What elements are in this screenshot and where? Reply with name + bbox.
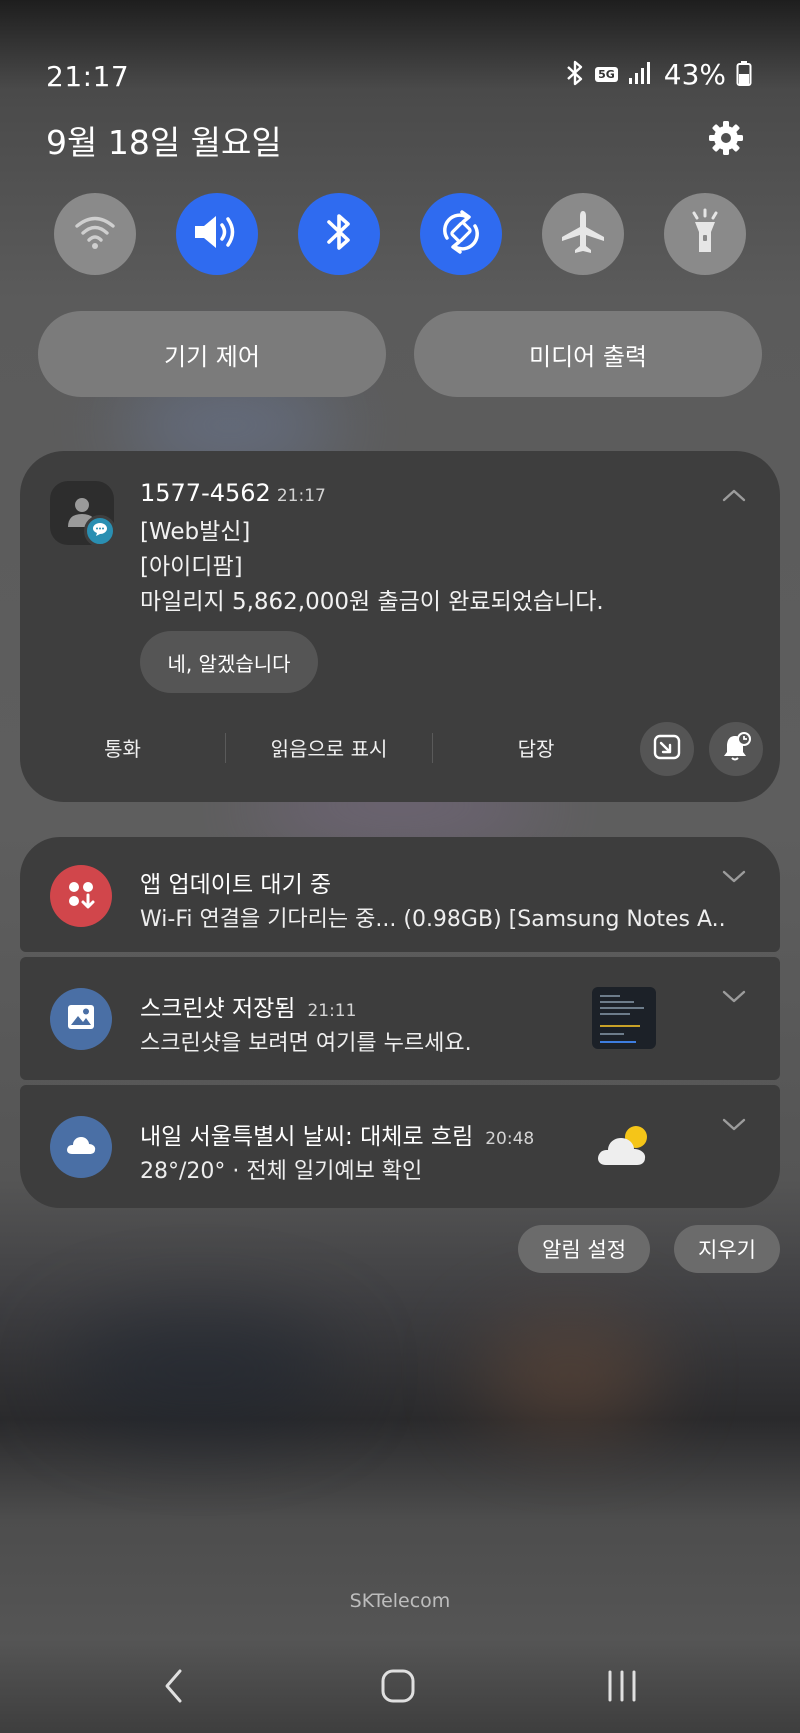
popup-view-icon [652, 732, 682, 766]
partly-cloudy-icon [594, 1123, 656, 1173]
snooze-button[interactable] [709, 722, 763, 776]
chevron-down-icon[interactable] [722, 1117, 746, 1136]
home-icon [380, 1668, 416, 1708]
cloud-icon [64, 1133, 98, 1161]
gear-icon [707, 119, 745, 161]
media-output-button[interactable]: 미디어 출력 [414, 311, 762, 397]
thumbnail-line [600, 1001, 634, 1003]
screenshot-notification[interactable]: 스크린샷 저장됨 21:11 스크린샷을 보려면 여기를 누르세요. [20, 957, 780, 1080]
settings-button[interactable] [702, 116, 750, 164]
chevron-down-icon[interactable] [722, 989, 746, 1008]
message-body: [Web발신] [아이디팜] 마일리지 5,862,000원 출금이 완료되었습… [140, 515, 604, 620]
galaxy-store-app-icon [50, 865, 112, 927]
thumbnail-line [600, 1041, 636, 1043]
sound-toggle[interactable] [176, 193, 258, 275]
thumbnail-line [600, 1007, 644, 1009]
back-button[interactable] [144, 1666, 204, 1710]
status-clock: 21:17 [46, 60, 130, 93]
message-line: [Web발신] [140, 519, 251, 545]
panel-buttons: 기기 제어 미디어 출력 [38, 311, 762, 397]
status-bar: 21:17 5G 43% [0, 52, 800, 102]
network-type-badge: 5G [595, 67, 618, 82]
carrier-label: SKTelecom [349, 1590, 451, 1612]
recents-button[interactable] [592, 1666, 652, 1710]
call-action[interactable]: 통화 [20, 717, 225, 777]
image-icon [66, 1003, 96, 1035]
wifi-icon [73, 214, 117, 254]
message-notification[interactable]: 1577-4562 21:17 [Web발신] [아이디팜] 마일리지 5,862… [20, 451, 780, 802]
weather-notification[interactable]: 내일 서울특별시 날씨: 대체로 흐림 20:48 28°/20° · 전체 일기… [20, 1085, 780, 1208]
notification-title: 내일 서울특별시 날씨: 대체로 흐림 20:48 [140, 1117, 534, 1151]
chevron-up-icon[interactable] [722, 487, 746, 506]
apps-download-icon [65, 878, 97, 914]
smart-reply-chip[interactable]: 네, 알겠습니다 [140, 631, 318, 693]
bluetooth-status-icon [565, 60, 585, 90]
clear-all-button[interactable]: 지우기 [674, 1225, 780, 1273]
date-label: 9월 18일 월요일 [46, 123, 282, 162]
messages-app-badge [84, 515, 116, 547]
screenshot-thumbnail [592, 987, 656, 1049]
sender-number: 1577-4562 [140, 479, 271, 507]
battery-percent: 43% [663, 58, 726, 91]
notification-footer: 알림 설정 지우기 [518, 1225, 780, 1273]
volume-icon [192, 212, 242, 256]
notification-actions: 통화 읽음으로 표시 답장 [20, 717, 780, 777]
thumbnail-line [600, 995, 620, 997]
message-line: [아이디팜] [140, 554, 243, 580]
signal-icon [628, 61, 654, 89]
message-line: 마일리지 5,862,000원 출금이 완료되었습니다. [140, 589, 604, 615]
rotate-icon [437, 208, 485, 260]
thumbnail-line [600, 1025, 640, 1027]
reply-action[interactable]: 답장 [433, 717, 639, 777]
chevron-down-icon[interactable] [722, 869, 746, 888]
wifi-toggle[interactable] [54, 193, 136, 275]
recents-icon [605, 1669, 639, 1707]
mark-read-action[interactable]: 읽음으로 표시 [226, 717, 432, 777]
home-button[interactable] [368, 1666, 428, 1710]
navigation-bar [0, 1640, 800, 1733]
notification-title-text: 내일 서울특별시 날씨: 대체로 흐림 [140, 1124, 474, 1150]
auto-rotate-toggle[interactable] [420, 193, 502, 275]
quick-settings-row [54, 193, 746, 275]
notification-settings-button[interactable]: 알림 설정 [518, 1225, 651, 1273]
open-popup-button[interactable] [640, 722, 694, 776]
notification-time: 20:48 [485, 1129, 535, 1149]
bluetooth-toggle[interactable] [298, 193, 380, 275]
background-blur [60, 1310, 340, 1430]
notification-text: 스크린샷을 보려면 여기를 누르세요. [140, 1031, 472, 1056]
snooze-bell-icon [720, 731, 752, 767]
notification-title: 스크린샷 저장됨 21:11 [140, 989, 356, 1023]
notification-text: Wi-Fi 연결을 기다리는 중... (0.98GB) [Samsung No… [140, 907, 726, 932]
flashlight-icon [685, 208, 725, 260]
notification-time: 21:11 [307, 1001, 357, 1021]
message-time: 21:17 [276, 486, 326, 506]
gallery-app-icon [50, 988, 112, 1050]
airplane-icon [559, 208, 607, 260]
back-icon [162, 1668, 186, 1708]
chat-bubble-icon [92, 521, 108, 541]
app-update-notification[interactable]: 앱 업데이트 대기 중 Wi-Fi 연결을 기다리는 중... (0.98GB)… [20, 837, 780, 952]
weather-app-icon [50, 1116, 112, 1178]
flashlight-toggle[interactable] [664, 193, 746, 275]
notification-title-text: 스크린샷 저장됨 [140, 996, 296, 1022]
notification-title: 앱 업데이트 대기 중 [140, 872, 332, 898]
airplane-mode-toggle[interactable] [542, 193, 624, 275]
status-icons: 5G 43% [565, 58, 752, 91]
thumbnail-line [600, 1033, 624, 1035]
message-sender: 1577-4562 21:17 [140, 479, 326, 507]
background-blur [480, 1320, 660, 1430]
device-control-button[interactable]: 기기 제어 [38, 311, 386, 397]
bluetooth-icon [324, 210, 354, 258]
battery-icon [736, 60, 752, 90]
thumbnail-line [600, 1013, 630, 1015]
notification-text: 28°/20° · 전체 일기예보 확인 [140, 1159, 423, 1184]
